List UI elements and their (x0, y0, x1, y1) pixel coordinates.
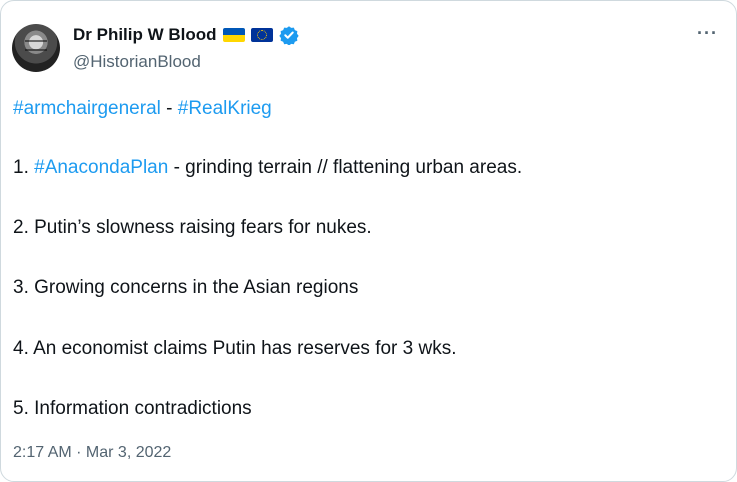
author-row: Dr Philip W Blood (73, 25, 299, 45)
avatar[interactable] (12, 24, 60, 72)
item-1-text: - grinding terrain // flattening urban a… (168, 157, 523, 178)
tweet-item-2: 2. Putin’s slowness raising fears for nu… (13, 217, 372, 238)
tweet-item-4: 4. An economist claims Putin has reserve… (13, 338, 457, 359)
tweet-timestamp[interactable]: 2:17 AM · Mar 3, 2022 (13, 444, 171, 462)
author-handle[interactable]: @HistorianBlood (73, 52, 201, 72)
tweet-line-hashtags: #armchairgeneral - #RealKrieg (13, 98, 272, 120)
tweet-card: Dr Philip W Blood @HistorianBlood ··· #a… (0, 0, 737, 482)
avatar-glasses (25, 40, 47, 51)
hashtag-anacondaplan[interactable]: #AnacondaPlan (34, 157, 168, 178)
ukraine-flag-icon (222, 28, 245, 42)
hashtag-armchairgeneral[interactable]: #armchairgeneral (13, 98, 161, 119)
verified-badge-icon (278, 26, 299, 45)
author-display-name[interactable]: Dr Philip W Blood (73, 25, 217, 45)
eu-flag-icon (250, 28, 273, 42)
more-options-icon[interactable]: ··· (697, 23, 718, 44)
tweet-item-3: 3. Growing concerns in the Asian regions (13, 277, 359, 298)
hashtag-realkrieg[interactable]: #RealKrieg (178, 98, 272, 119)
item-1-prefix: 1. (13, 157, 35, 178)
tweet-item-5: 5. Information contradictions (13, 398, 252, 419)
hashtag-separator: - (160, 98, 178, 119)
tweet-item-1: 1. #AnacondaPlan - grinding terrain // f… (13, 157, 522, 179)
